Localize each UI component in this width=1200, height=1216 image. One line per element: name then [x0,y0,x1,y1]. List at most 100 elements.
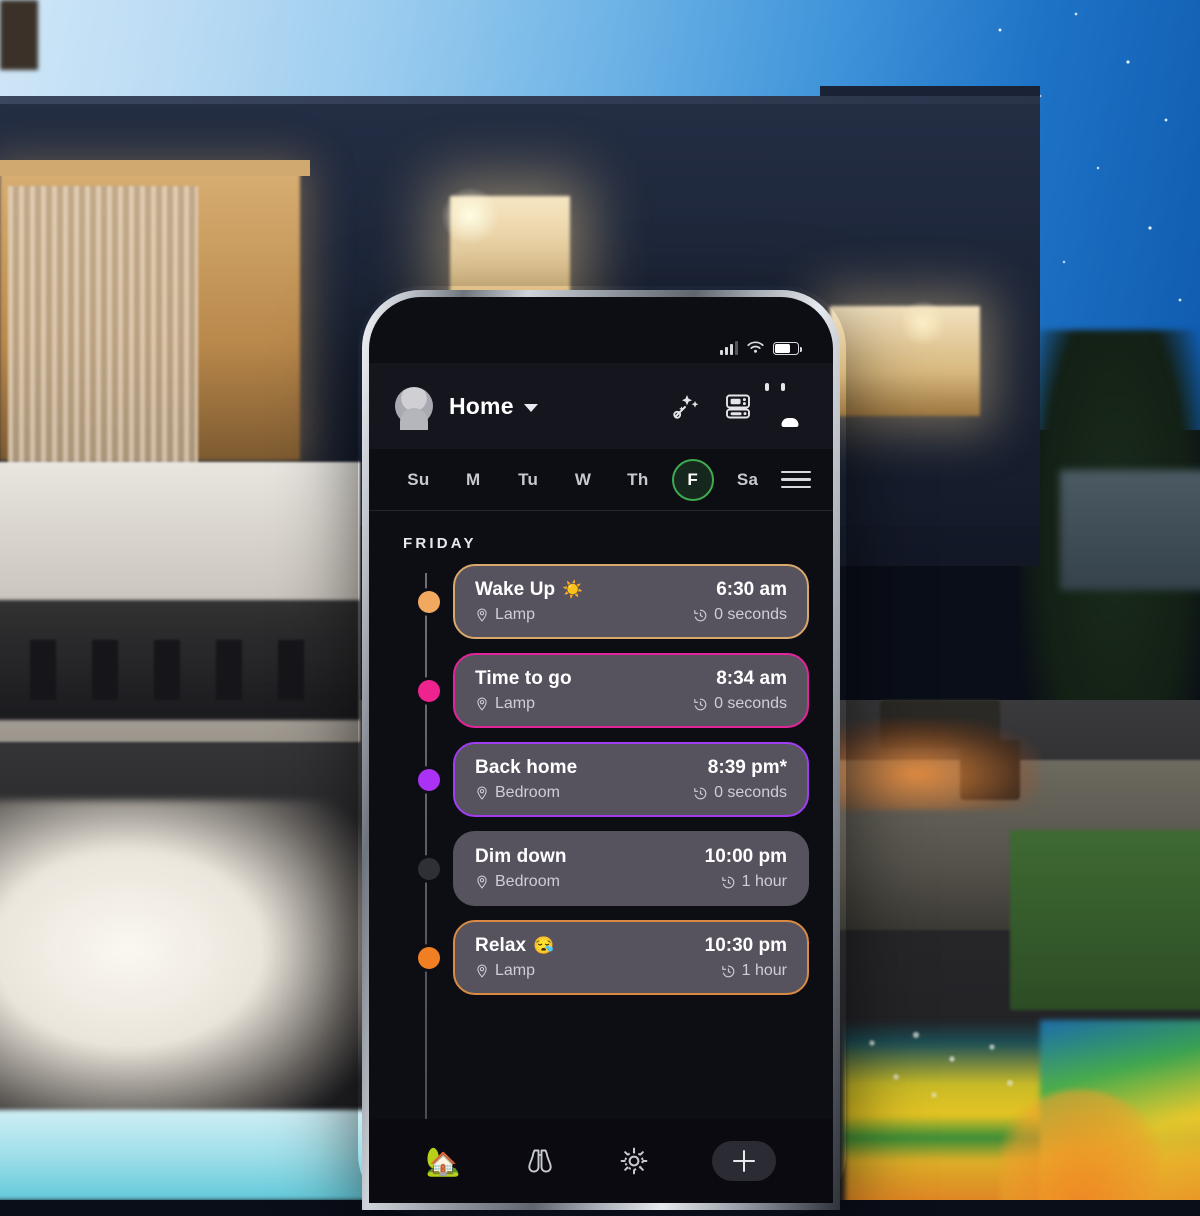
day-su[interactable]: Su [391,470,446,490]
location-pin-icon [477,875,487,889]
ceiling-lamp-glow [900,300,946,346]
event-time: 8:39 pm* [707,757,787,778]
event-room: Lamp [475,695,535,713]
battery-icon [773,342,803,355]
pool-foam [860,1025,1050,1115]
timeline-dot [418,857,440,880]
avatar-icon[interactable] [395,387,433,425]
chair [216,640,242,700]
event-room: Bedroom [475,784,560,802]
schedule-body: FRIDAY Wake Up ☀️ 6:30 am Lamp 0 seconds Time… [369,511,833,1119]
pool-edge [0,1110,390,1200]
event-room: Lamp [475,606,535,624]
timeline-dot [418,946,440,969]
event-card[interactable]: Dim down 10:00 pm Bedroom 1 hour [453,831,809,906]
location-pin-icon [477,608,487,622]
nav-home[interactable]: 🏡 [426,1145,461,1178]
lawn [1010,830,1200,1010]
event-duration-label: 1 hour [741,962,787,979]
schedule-event[interactable]: Dim down 10:00 pm Bedroom 1 hour [397,831,809,906]
clock-history-icon [694,698,707,710]
schedule-day-title: FRIDAY [403,535,477,552]
wifi-icon [747,341,764,353]
day-m[interactable]: M [446,470,501,490]
event-card[interactable]: Back home 8:39 pm* Bedroom 0 seconds [453,742,809,817]
phone-screen: Home Su M Tu W Th F Sa FRIDAY Wake Up ☀️… [369,297,833,1203]
nav-explore[interactable] [523,1146,557,1176]
window-left-frame [0,160,310,176]
event-duration-label: 0 seconds [714,695,787,712]
schedule-event[interactable]: Wake Up ☀️ 6:30 am Lamp 0 seconds [397,564,809,639]
clock-history-icon [721,965,735,977]
event-room-label: Lamp [495,695,536,712]
binoculars-icon [527,1149,552,1173]
event-duration: 1 hour [721,873,787,891]
event-card[interactable]: Time to go 8:34 am Lamp 0 seconds [453,653,809,728]
event-duration-label: 0 seconds [714,606,787,623]
event-title: Back home [475,757,578,778]
window-right-object [0,0,38,70]
app-header: Home [369,363,833,449]
phone-frame: Home Su M Tu W Th F Sa FRIDAY Wake Up ☀️… [362,290,840,1210]
hills [1060,470,1200,590]
event-card[interactable]: Relax 😪 10:30 pm Lamp 1 hour [453,920,809,995]
plus-icon [733,1150,756,1172]
magic-wand-icon[interactable] [671,391,701,421]
timeline-dot [418,679,440,702]
chair [154,640,180,700]
cellular-signal-icon [720,341,738,355]
day-tu[interactable]: Tu [501,470,556,490]
add-button[interactable] [712,1141,777,1181]
hamburger-menu-icon[interactable] [781,470,812,489]
chair [30,640,56,700]
page-title: Home [449,392,514,419]
event-duration: 0 seconds [693,695,787,713]
event-time: 6:30 am [716,579,787,600]
schedule-event[interactable]: Back home 8:39 pm* Bedroom 0 seconds [397,742,809,817]
location-pin-icon [477,697,487,711]
event-duration-label: 1 hour [741,873,787,890]
schedule-event[interactable]: Time to go 8:34 am Lamp 0 seconds [397,653,809,728]
event-room: Lamp [475,962,535,980]
day-w[interactable]: W [556,470,611,490]
location-pin-icon [477,786,487,800]
day-sa[interactable]: Sa [720,470,775,490]
gear-icon [620,1147,648,1175]
day-f[interactable]: F [665,458,720,501]
event-time: 8:34 am [716,668,787,689]
devices-panel-icon[interactable] [723,391,753,421]
day-th[interactable]: Th [610,470,665,490]
event-room-label: Lamp [495,606,536,623]
header-icons [671,387,805,427]
event-duration: 0 seconds [693,784,787,802]
location-pin-icon [477,964,487,978]
status-bar [369,297,833,363]
chair [92,640,118,700]
schedule-list: Wake Up ☀️ 6:30 am Lamp 0 seconds Time to go 8… [369,564,833,995]
timeline-dot [418,768,440,791]
event-title: Wake Up [475,579,556,600]
timeline-dot [418,590,440,613]
event-emoji: ☀️ [562,580,584,599]
event-time: 10:00 pm [704,846,787,867]
event-duration: 0 seconds [693,606,787,624]
event-title: Relax [475,935,527,956]
house-emoji-icon: 🏡 [425,1145,461,1177]
event-duration-label: 0 seconds [714,784,787,801]
event-emoji: 😪 [533,936,555,955]
day-selector: Su M Tu W Th F Sa [369,449,833,511]
event-room-label: Bedroom [495,784,560,801]
window-curtain [8,186,198,486]
schedule-event[interactable]: Relax 😪 10:30 pm Lamp 1 hour [397,920,809,995]
chevron-down-icon[interactable] [523,404,538,412]
calendar-active-indicator [781,418,799,427]
nav-settings[interactable] [618,1145,650,1177]
event-title: Time to go [475,668,572,689]
event-time: 10:30 pm [704,935,787,956]
event-duration: 1 hour [721,962,787,980]
clock-history-icon [721,876,735,888]
calendar-icon[interactable] [775,387,805,427]
event-room: Bedroom [475,873,560,891]
window-center-glow [440,186,500,246]
event-card[interactable]: Wake Up ☀️ 6:30 am Lamp 0 seconds [453,564,809,639]
